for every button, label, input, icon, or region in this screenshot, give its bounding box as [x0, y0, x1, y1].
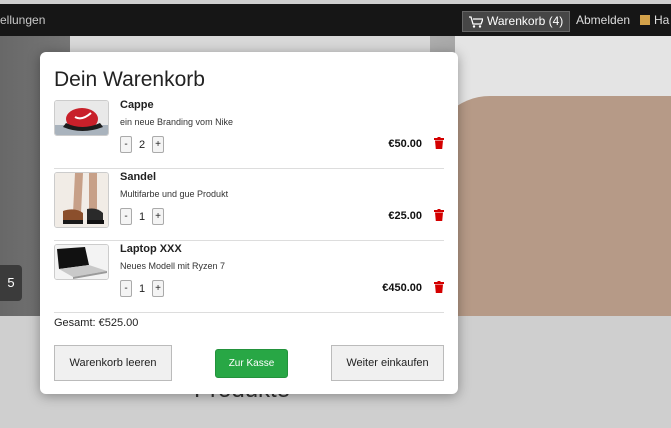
carousel-badge[interactable]: 5 — [0, 265, 22, 301]
navbar: ellungen Warenkorb (4) Abmelden Ha — [0, 4, 671, 36]
quantity-value: 1 — [138, 282, 146, 295]
increase-quantity-button[interactable]: + — [152, 208, 164, 225]
trash-icon[interactable] — [434, 281, 444, 293]
box-icon — [640, 15, 650, 25]
decrease-quantity-button[interactable]: - — [120, 208, 132, 225]
cart-item: Sandel Multifarbe und gue Produkt - 1 + … — [54, 169, 444, 241]
quantity-stepper: - 1 + — [120, 280, 164, 297]
checkout-button[interactable]: Zur Kasse — [215, 349, 288, 378]
nav-cart-button[interactable]: Warenkorb (4) — [462, 11, 571, 32]
item-name: Sandel — [120, 171, 157, 183]
increase-quantity-button[interactable]: + — [152, 136, 164, 153]
shopping-cart-icon — [469, 15, 483, 28]
decrease-quantity-button[interactable]: - — [120, 280, 132, 297]
quantity-stepper: - 1 + — [120, 208, 164, 225]
clear-cart-button[interactable]: Warenkorb leeren — [54, 345, 172, 381]
trash-icon[interactable] — [434, 209, 444, 221]
quantity-stepper: - 2 + — [120, 136, 164, 153]
nav-cart-label: Warenkorb (4) — [487, 14, 564, 28]
nav-logout-link[interactable]: Abmelden — [576, 13, 630, 27]
cart-item: Cappe ein neue Branding vom Nike - 2 + €… — [54, 97, 444, 169]
item-description: Multifarbe und gue Produkt — [120, 189, 229, 199]
item-description: ein neue Branding vom Nike — [120, 117, 234, 127]
item-price: €50.00 — [388, 138, 422, 150]
laptop-image — [54, 244, 109, 280]
cart-title: Dein Warenkorb — [54, 68, 205, 91]
nav-more-label: Ha — [654, 13, 670, 27]
decrease-quantity-button[interactable]: - — [120, 136, 132, 153]
cap-image — [54, 100, 109, 136]
item-name: Laptop XXX — [120, 243, 182, 255]
hero-arm-graphic — [430, 96, 671, 316]
item-name: Cappe — [120, 99, 154, 111]
nav-more-link[interactable]: Ha — [640, 13, 669, 27]
trash-icon[interactable] — [434, 137, 444, 149]
nav-link-orders[interactable]: ellungen — [0, 13, 45, 27]
item-description: Neues Modell mit Ryzen 7 — [120, 261, 226, 271]
sandal-image — [54, 172, 109, 228]
quantity-value: 2 — [138, 138, 146, 151]
increase-quantity-button[interactable]: + — [152, 280, 164, 297]
continue-shopping-button[interactable]: Weiter einkaufen — [331, 345, 444, 381]
cart-total: Gesamt: €525.00 — [54, 317, 139, 329]
cart-modal: Dein Warenkorb Cappe ein neue Branding v… — [40, 52, 458, 394]
item-price: €450.00 — [382, 282, 422, 294]
item-price: €25.00 — [388, 210, 422, 222]
quantity-value: 1 — [138, 210, 146, 223]
cart-item: Laptop XXX Neues Modell mit Ryzen 7 - 1 … — [54, 241, 444, 313]
